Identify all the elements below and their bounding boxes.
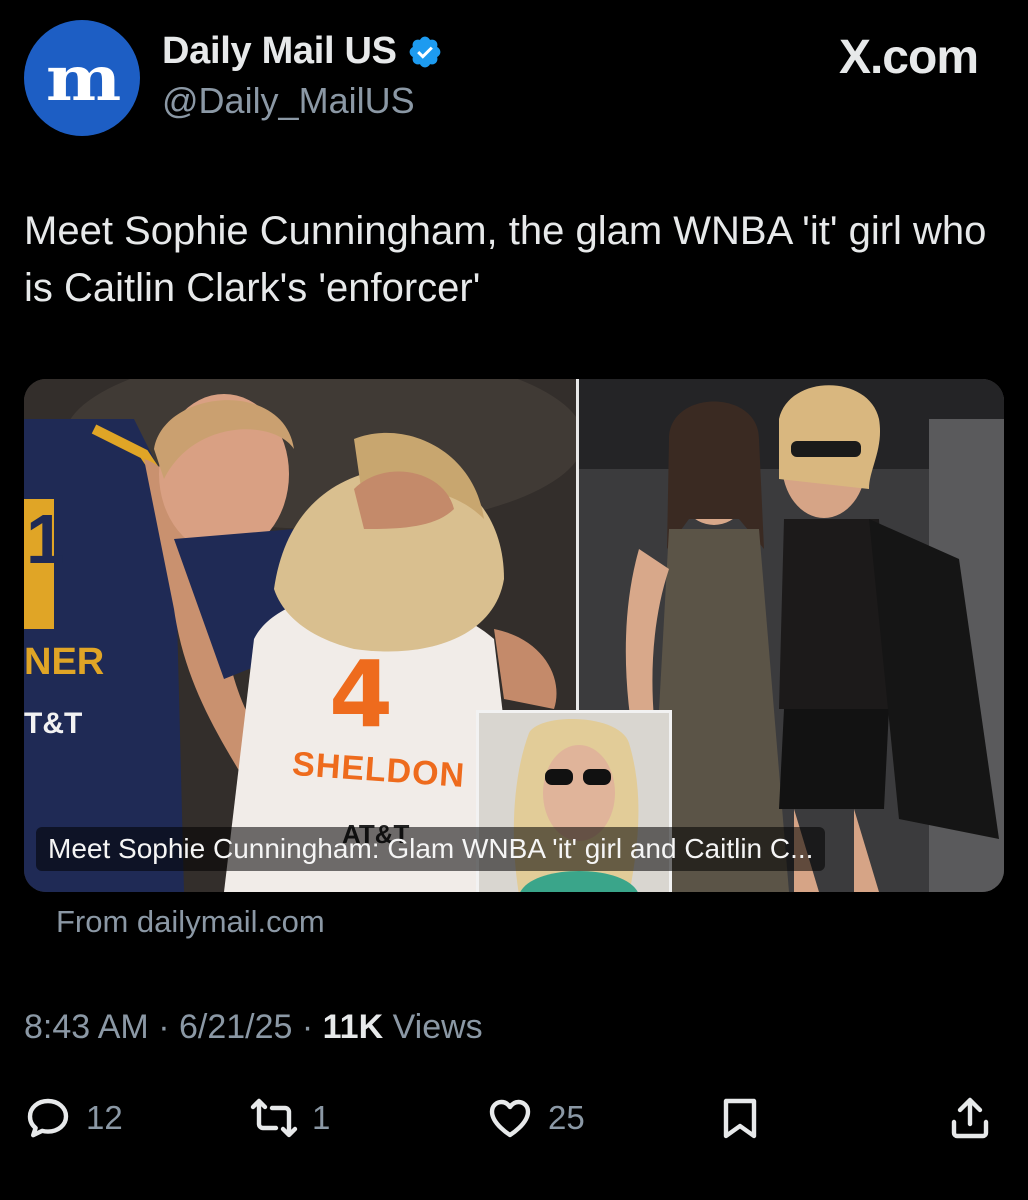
card-caption: Meet Sophie Cunningham: Glam WNBA 'it' g… [36,827,826,871]
meta-separator: · [292,1008,323,1046]
reply-icon [27,1098,69,1138]
bookmark-icon [723,1098,757,1139]
card-source[interactable]: From dailymail.com [56,904,325,940]
display-name[interactable]: Daily Mail US [162,30,397,73]
like-count: 25 [548,1099,585,1136]
reply-button[interactable]: 12 [24,1090,123,1146]
handle[interactable]: @Daily_MailUS [162,80,415,122]
left-jersey-sponsor: T&T [24,707,83,740]
heart-icon [489,1099,531,1138]
meta-separator: · [148,1008,179,1046]
bookmark-button[interactable] [716,1090,764,1146]
views-count[interactable]: 11K [323,1008,384,1046]
repost-count: 1 [312,1099,331,1136]
like-button[interactable]: 25 [486,1090,585,1146]
repost-button[interactable]: 1 [250,1090,330,1146]
daily-mail-logo: m [46,41,121,115]
verified-badge-icon [409,36,441,67]
tweet-time: 8:43 AM [24,1008,149,1046]
left-jersey-name: NER [24,641,105,683]
views-label: Views [383,1008,483,1046]
tweet-date: 6/21/25 [178,1008,293,1046]
tweet-text: Meet Sophie Cunningham, the glam WNBA 'i… [24,209,987,310]
jersey-number: 4 [329,641,394,748]
repost-icon [250,1098,298,1138]
x-brand-watermark: X.com [838,31,979,84]
share-icon [951,1097,989,1139]
left-jersey-number: 1 [26,500,65,578]
author-name-row[interactable]: Daily Mail US [162,30,443,73]
tweet-meta: 8:43 AM · 6/21/25 · 11K Views [24,1008,483,1047]
link-card[interactable]: 4 SHELDON AT&T 1 NER T&T [24,379,1004,892]
share-button[interactable] [946,1090,994,1146]
avatar[interactable]: m [24,20,140,136]
reply-count: 12 [86,1099,123,1136]
